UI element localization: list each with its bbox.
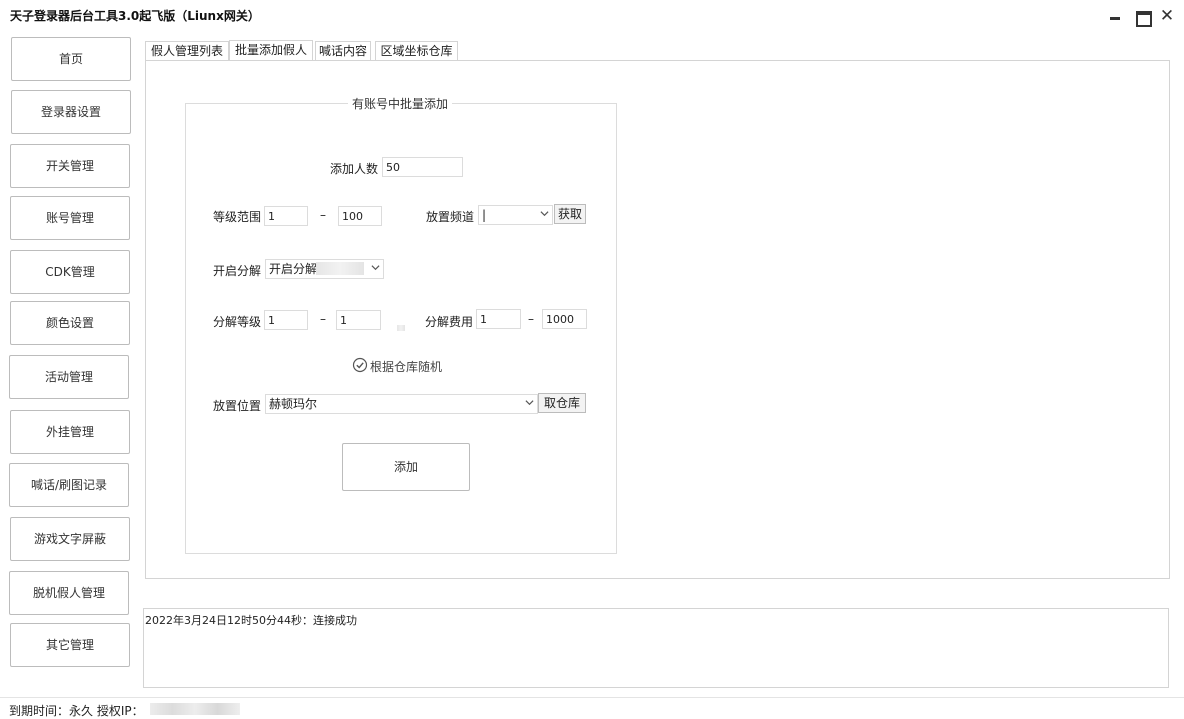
sidebar-item-cdk-management[interactable]: CDK管理 [10, 250, 130, 294]
group-title: 有账号中批量添加 [348, 95, 453, 112]
decompose-cost-label: 分解费用 [425, 315, 474, 329]
level-min-input[interactable] [264, 206, 308, 226]
decompose-cost-dash: – [528, 312, 534, 326]
level-range-label: 等级范围 [213, 210, 262, 224]
status-bar: 到期时间：永久 授权IP： [0, 697, 1184, 719]
sidebar-item-other-management[interactable]: 其它管理 [10, 623, 130, 667]
sidebar-item-text-filter[interactable]: 游戏文字屏蔽 [10, 517, 130, 561]
random-by-warehouse-label: 根据仓库随机 [370, 360, 443, 374]
decompose-level-min-input[interactable] [264, 310, 308, 330]
location-select-value: 赫顿玛尔 [269, 397, 318, 411]
decompose-select-value: 开启分解 [269, 262, 318, 276]
close-icon[interactable]: ✕ [1156, 6, 1178, 26]
window-title: 天子登录器后台工具3.0起飞版（Liunx网关） [10, 9, 260, 23]
channel-select-value: | [482, 208, 487, 222]
sidebar-item-activity-management[interactable]: 活动管理 [9, 355, 129, 399]
channel-label: 放置频道 [426, 210, 475, 224]
sidebar-item-home[interactable]: 首页 [11, 37, 131, 81]
check-circle-icon [352, 357, 368, 373]
add-count-input[interactable] [382, 157, 463, 177]
log-line: 2022年3月24日12时50分44秒：连接成功 [145, 614, 357, 627]
log-output[interactable]: 2022年3月24日12时50分44秒：连接成功 [143, 608, 1169, 688]
title-bar: 天子登录器后台工具3.0起飞版（Liunx网关） ✕ [0, 0, 1184, 32]
chevron-down-icon [371, 265, 380, 271]
sidebar-item-color-settings[interactable]: 颜色设置 [10, 301, 130, 345]
level-range-dash: – [320, 208, 326, 222]
sidebar-item-chat-records[interactable]: 喊话/刷图记录 [9, 463, 129, 507]
maximize-icon[interactable] [1131, 6, 1153, 27]
channel-select[interactable]: | [478, 205, 553, 225]
sidebar-item-launcher-settings[interactable]: 登录器设置 [11, 90, 131, 134]
decompose-level-dash: – [320, 312, 326, 326]
decompose-level-label: 分解等级 [213, 315, 262, 329]
fetch-warehouse-button[interactable]: 取仓库 [538, 393, 586, 413]
decompose-cost-max-input[interactable] [542, 309, 587, 329]
fetch-channel-button[interactable]: 获取 [554, 204, 586, 224]
redacted-area [316, 262, 364, 275]
sidebar-item-account-management[interactable]: 账号管理 [10, 196, 130, 240]
decompose-cost-min-input[interactable] [476, 309, 521, 329]
redacted-area [397, 325, 405, 331]
tab-batch-add-bots[interactable]: 批量添加假人 [229, 40, 313, 62]
decompose-label: 开启分解 [213, 264, 262, 278]
sidebar-item-switch-management[interactable]: 开关管理 [10, 144, 130, 188]
decompose-level-max-input[interactable] [336, 310, 381, 330]
chevron-down-icon [525, 400, 534, 406]
tab-chat-content[interactable]: 喊话内容 [315, 41, 371, 61]
tab-bot-list[interactable]: 假人管理列表 [145, 41, 229, 61]
location-label: 放置位置 [213, 399, 262, 413]
add-count-label: 添加人数 [330, 162, 379, 176]
sidebar-item-offline-bot-management[interactable]: 脱机假人管理 [9, 571, 129, 615]
level-max-input[interactable] [338, 206, 382, 226]
location-select[interactable]: 赫顿玛尔 [265, 394, 538, 414]
status-text: 到期时间：永久 授权IP： [9, 704, 144, 718]
sidebar-item-cheat-management[interactable]: 外挂管理 [10, 410, 130, 454]
redacted-ip [150, 703, 240, 715]
minimize-icon[interactable] [1104, 6, 1126, 26]
chevron-down-icon [540, 211, 549, 217]
add-button[interactable]: 添加 [342, 443, 470, 491]
tab-region-coords[interactable]: 区域坐标仓库 [375, 41, 458, 61]
